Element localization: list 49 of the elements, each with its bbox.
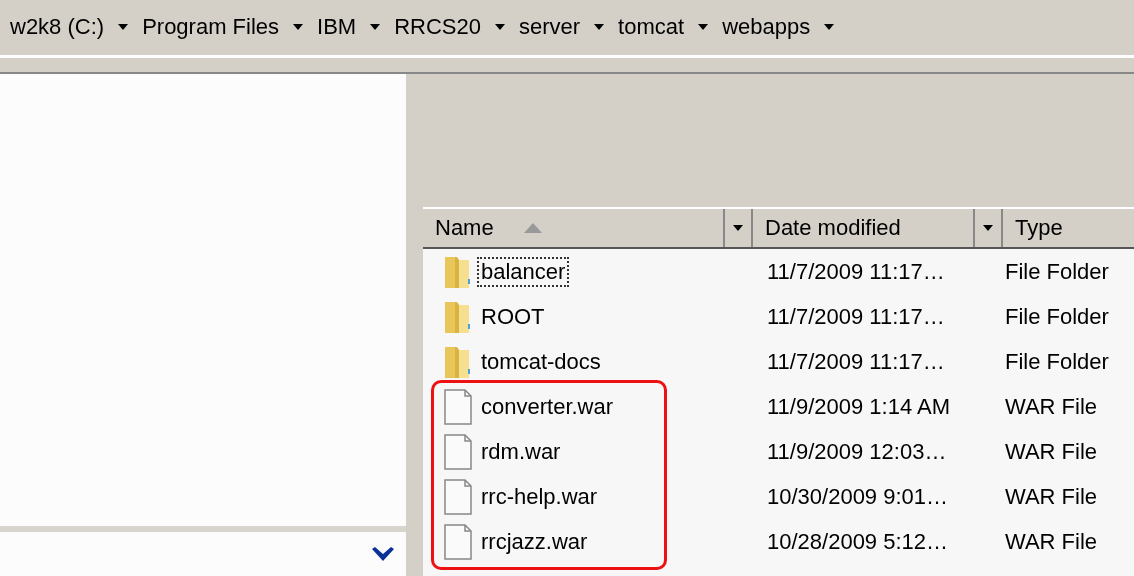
type-cell-text: WAR File: [1004, 528, 1098, 555]
breadcrumb-item[interactable]: server: [519, 14, 581, 40]
folder-icon: [443, 344, 473, 379]
caret-icon[interactable]: [698, 24, 709, 30]
caret-icon[interactable]: [733, 225, 743, 231]
type-cell-text: File Folder: [1004, 348, 1109, 375]
file-name[interactable]: rrc-help.war: [479, 483, 600, 510]
caret-icon[interactable]: [495, 24, 505, 30]
file-name[interactable]: balancer: [479, 258, 568, 285]
sort-up-icon: [523, 223, 542, 233]
type-cell-text: File Folder: [1004, 258, 1109, 285]
caret-icon[interactable]: [594, 24, 605, 30]
chevron-down-icon[interactable]: [372, 547, 394, 563]
breadcrumb-item[interactable]: IBM: [317, 14, 357, 40]
caret-icon[interactable]: [293, 24, 304, 30]
file-name[interactable]: tomcat-docs: [479, 348, 603, 375]
file-name[interactable]: ROOT: [479, 303, 547, 330]
date-cell-text: 11/9/2009 12:03…: [766, 438, 948, 465]
file-icon: [443, 432, 473, 471]
file-name[interactable]: rdm.war: [479, 438, 563, 465]
file-icon: [443, 387, 473, 426]
caret-icon[interactable]: [370, 24, 381, 30]
caret-icon[interactable]: [824, 24, 835, 30]
breadcrumb-item[interactable]: RRCS20: [394, 14, 481, 40]
type-cell-text: WAR File: [1004, 438, 1098, 465]
date-cell-text: 10/30/2009 9:01…: [766, 483, 950, 510]
folder-icon: [443, 254, 473, 289]
breadcrumb-item[interactable]: tomcat: [618, 14, 685, 40]
date-cell-text: 11/7/2009 11:17…: [766, 348, 946, 375]
folder-icon: [443, 299, 473, 334]
date-cell-text: 11/9/2009 1:14 AM: [766, 393, 952, 420]
type-cell-text: File Folder: [1004, 303, 1109, 330]
column-header[interactable]: Type: [1003, 209, 1134, 247]
date-cell-text: 11/7/2009 11:17…: [766, 258, 946, 285]
breadcrumb-item[interactable]: w2k8 (C:): [10, 14, 105, 40]
type-cell-text: WAR File: [1004, 393, 1098, 420]
file-icon: [443, 477, 473, 516]
column-header[interactable]: Name: [423, 209, 753, 247]
file-icon: [443, 522, 473, 561]
column-header[interactable]: Date modified: [753, 209, 1003, 247]
breadcrumb-item[interactable]: Program Files: [142, 14, 280, 40]
breadcrumb-item[interactable]: webapps: [722, 14, 811, 40]
caret-icon[interactable]: [983, 225, 993, 231]
date-cell-text: 11/7/2009 11:17…: [766, 303, 946, 330]
file-name[interactable]: rrcjazz.war: [479, 528, 590, 555]
date-cell-text: 10/28/2009 5:12…: [766, 528, 950, 555]
file-name[interactable]: converter.war: [479, 393, 616, 420]
caret-icon[interactable]: [118, 24, 129, 30]
type-cell-text: WAR File: [1004, 483, 1098, 510]
